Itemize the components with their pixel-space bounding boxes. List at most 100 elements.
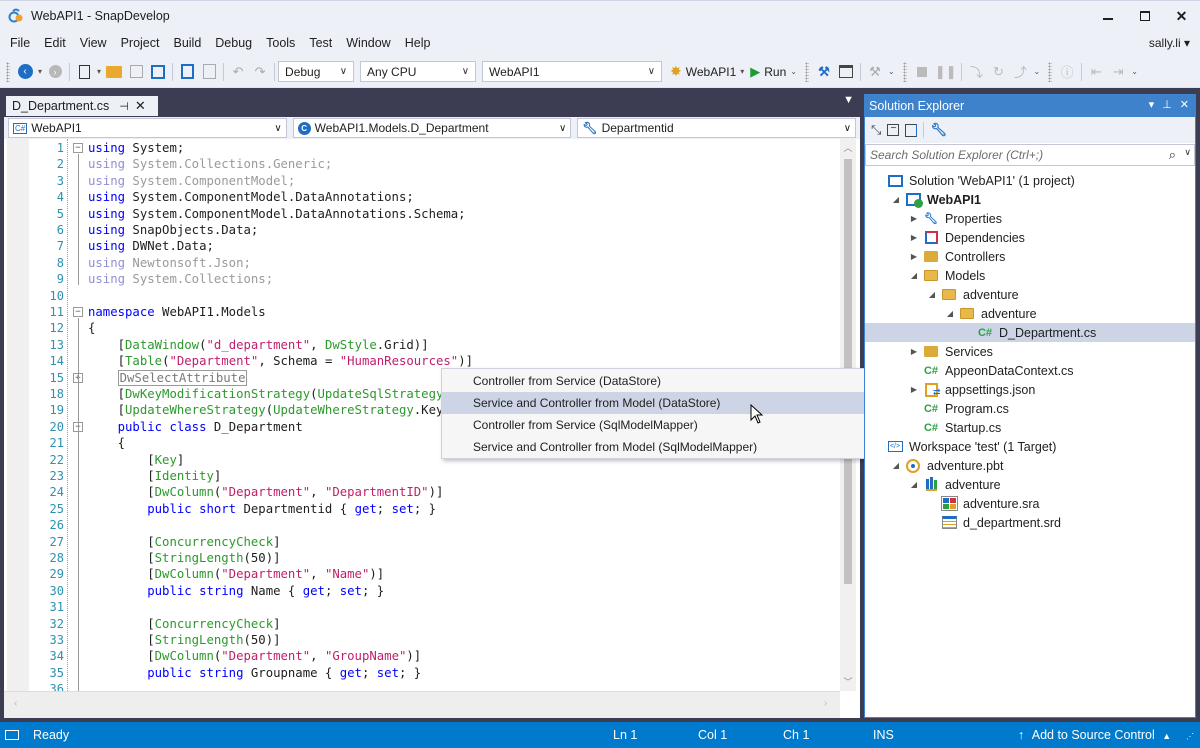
tree-item[interactable]: ◢ adventure.pbt (865, 456, 1195, 475)
close-panel-icon[interactable]: ✕ (1180, 98, 1189, 111)
collapsed-arrow-icon[interactable]: ▶ (909, 385, 919, 394)
type-nav-select[interactable]: C WebAPI1.Models.D_Department ∨ (292, 118, 572, 138)
sync-with-document-icon[interactable]: ⤡ (871, 122, 881, 138)
tree-item[interactable]: </> Workspace 'test' (1 Target) (865, 437, 1195, 456)
collapsed-arrow-icon[interactable]: ▶ (909, 233, 919, 242)
menu-file[interactable]: File (4, 36, 36, 50)
toolbar-overflow-icon[interactable]: ⌄ (888, 67, 895, 76)
code-line[interactable]: 35 public string Groupname { get; set; } (4, 665, 840, 681)
properties-wrench-icon[interactable]: 🔧︎ (930, 122, 947, 138)
code-line[interactable]: 13 [DataWindow("d_department", DwStyle.G… (4, 337, 840, 353)
tree-item[interactable]: ▶ Services (865, 342, 1195, 361)
collapse-region-icon[interactable]: − (73, 143, 83, 153)
close-button[interactable]: ✕ (1163, 1, 1200, 31)
run-button[interactable]: ▶ Run (750, 61, 786, 83)
menu-tools[interactable]: Tools (260, 36, 301, 50)
tree-item[interactable]: adventure.sra (865, 494, 1195, 513)
scroll-left-icon[interactable]: ‹ (14, 698, 17, 709)
undo-button[interactable]: ↶ (229, 61, 247, 83)
collapse-region-icon[interactable]: − (73, 307, 83, 317)
user-account-menu[interactable]: sally.li ▾ (1149, 36, 1190, 50)
expanded-arrow-icon[interactable]: ◢ (927, 290, 937, 299)
expanded-arrow-icon[interactable]: ◢ (891, 195, 901, 204)
code-line[interactable]: 28 [StringLength(50)] (4, 550, 840, 566)
tree-item[interactable]: ◢ adventure (865, 285, 1195, 304)
code-line[interactable]: 11− namespace WebAPI1.Models (4, 304, 840, 320)
new-project-button[interactable] (75, 61, 93, 83)
menu-test[interactable]: Test (303, 36, 338, 50)
tree-item[interactable]: C# AppeonDataContext.cs (865, 361, 1195, 380)
toolbar-grip[interactable] (6, 61, 10, 82)
code-line[interactable]: 29 [DwColumn("Department", "Name")] (4, 566, 840, 582)
menu-view[interactable]: View (74, 36, 113, 50)
pause-button[interactable]: ❚❚ (935, 61, 957, 83)
outdent-button[interactable]: ⇤ (1087, 61, 1105, 83)
toolbar-overflow-icon[interactable]: ⌄ (790, 67, 797, 76)
code-line[interactable]: 25 public short Departmentid { get; set;… (4, 501, 840, 517)
toolbar-grip[interactable] (804, 61, 809, 82)
collapsed-arrow-icon[interactable]: ▶ (909, 347, 919, 356)
horizontal-scrollbar[interactable]: ‹ › (4, 691, 840, 718)
navigate-forward-button[interactable]: › (46, 61, 64, 83)
toolbar-overflow-icon[interactable]: ⌄ (1033, 67, 1040, 76)
tree-item[interactable]: ◢ adventure (865, 304, 1195, 323)
code-line[interactable]: 36 (4, 681, 840, 691)
code-line[interactable]: 27 [ConcurrencyCheck] (4, 534, 840, 550)
scroll-up-icon[interactable]: ︿ (840, 141, 856, 154)
tree-item[interactable]: C# Program.cs (865, 399, 1195, 418)
resize-grip-icon[interactable]: ⋰ (1186, 732, 1194, 741)
add-to-source-control-button[interactable]: ↑ Add to Source Control ▲ (1018, 728, 1171, 742)
menu-window[interactable]: Window (340, 36, 396, 50)
tab-list-dropdown-icon[interactable]: ▼ (843, 94, 854, 106)
close-tab-icon[interactable]: ✕ (135, 98, 146, 114)
tree-item[interactable]: ▶ ⇄ appsettings.json (865, 380, 1195, 399)
tree-item[interactable]: C# Startup.cs (865, 418, 1195, 437)
maximize-button[interactable] (1126, 1, 1163, 31)
code-line[interactable]: 30 public string Name { get; set; } (4, 583, 840, 599)
code-line[interactable]: 3 using System.ComponentModel; (4, 173, 840, 189)
new-dropdown-icon[interactable]: ▾ (97, 67, 101, 76)
step-out-button[interactable]: ⤴ (1011, 61, 1029, 83)
menu-debug[interactable]: Debug (209, 36, 258, 50)
expanded-arrow-icon[interactable]: ◢ (909, 271, 919, 280)
tab-d-department-cs[interactable]: D_Department.cs ⊣ ✕ (6, 96, 158, 116)
stop-debugging-button[interactable] (913, 61, 931, 83)
project-nav-select[interactable]: C# WebAPI1 ∨ (8, 118, 287, 138)
collapsed-region[interactable]: DwSelectAttribute (117, 369, 248, 386)
collapsed-arrow-icon[interactable]: ▶ (909, 214, 919, 223)
toolbar-grip[interactable] (1048, 61, 1053, 82)
code-line[interactable]: 7 using DWNet.Data; (4, 238, 840, 254)
save-button[interactable] (127, 61, 145, 83)
pin-icon[interactable]: ⊥ (1162, 98, 1172, 111)
debug-target-button[interactable]: ✸ WebAPI1 (670, 61, 736, 83)
tree-item[interactable]: ▶ Dependencies (865, 228, 1195, 247)
step-into-button[interactable]: ⤵ (967, 61, 985, 83)
menu-help[interactable]: Help (399, 36, 437, 50)
menu-item-service-controller-from-model-sqlmodelmapper[interactable]: Service and Controller from Model (SqlMo… (442, 436, 878, 458)
code-line[interactable]: 31 (4, 599, 840, 615)
build-solution-button[interactable] (837, 61, 855, 83)
tree-item[interactable]: ◢ Models (865, 266, 1195, 285)
platform-select[interactable]: Any CPU ∨ (360, 61, 477, 82)
code-line[interactable]: 33 [StringLength(50)] (4, 632, 840, 648)
quick-info-button[interactable]: ⓘ (1058, 61, 1076, 83)
code-line[interactable]: 34 [DwColumn("Department", "GroupName")] (4, 648, 840, 664)
code-line[interactable]: 9 using System.Collections; (4, 271, 840, 287)
code-line[interactable]: 6 using SnapObjects.Data; (4, 222, 840, 238)
solution-explorer-search-input[interactable]: Search Solution Explorer (Ctrl+;) ⌕ ∨ (865, 144, 1195, 166)
step-over-button[interactable]: ↻ (989, 61, 1007, 83)
code-line[interactable]: 26 (4, 517, 840, 533)
tree-item[interactable]: d_department.srd (865, 513, 1195, 532)
code-line[interactable]: 8 using Newtonsoft.Json; (4, 255, 840, 271)
minimize-button[interactable] (1089, 1, 1126, 31)
code-line[interactable]: 12 { (4, 320, 840, 336)
back-dropdown-icon[interactable]: ▾ (38, 67, 42, 76)
tree-item[interactable]: C# D_Department.cs (865, 323, 1195, 342)
code-line[interactable]: 5 using System.ComponentModel.DataAnnotat… (4, 206, 840, 222)
toolbar-grip[interactable] (902, 61, 907, 82)
code-line[interactable]: 4 using System.ComponentModel.DataAnnotat… (4, 189, 840, 205)
member-nav-select[interactable]: 🔧︎ Departmentid ∨ (577, 118, 857, 138)
save-all-button[interactable] (149, 61, 167, 83)
indent-button[interactable]: ⇥ (1109, 61, 1127, 83)
pin-icon[interactable]: ⊣ (119, 100, 129, 113)
